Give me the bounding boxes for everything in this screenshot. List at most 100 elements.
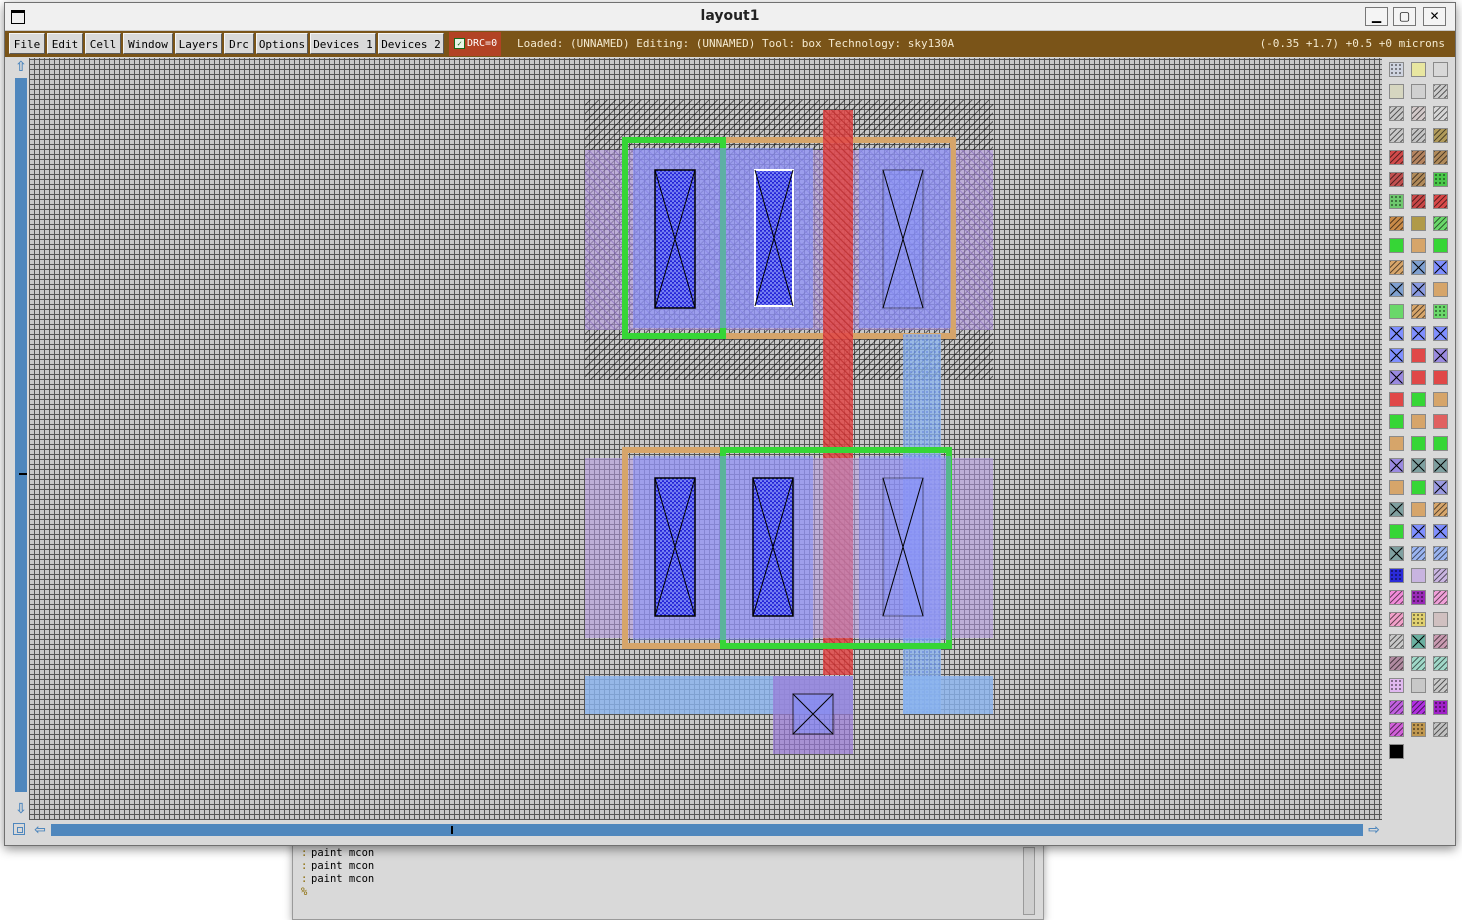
layer-swatch[interactable]: [1411, 128, 1426, 143]
layer-swatch[interactable]: [1433, 458, 1448, 473]
vertical-scroll-thumb[interactable]: [19, 473, 27, 475]
horizontal-scroll-track[interactable]: [51, 824, 1363, 836]
layer-swatch[interactable]: [1411, 304, 1426, 319]
menu-devices-2[interactable]: Devices 2: [378, 33, 444, 54]
layer-swatch[interactable]: [1389, 150, 1404, 165]
layer-swatch[interactable]: [1433, 348, 1448, 363]
layer-swatch[interactable]: [1411, 722, 1426, 737]
layer-swatch[interactable]: [1433, 700, 1448, 715]
layer-swatch[interactable]: [1411, 458, 1426, 473]
menu-devices-1[interactable]: Devices 1: [310, 33, 376, 54]
layer-swatch[interactable]: [1389, 700, 1404, 715]
layer-swatch[interactable]: [1389, 62, 1404, 77]
layer-swatch[interactable]: [1433, 216, 1448, 231]
layer-swatch[interactable]: [1433, 436, 1448, 451]
layer-swatch[interactable]: [1411, 700, 1426, 715]
layer-swatch[interactable]: [1411, 106, 1426, 121]
layer-swatch[interactable]: [1389, 304, 1404, 319]
layer-swatch[interactable]: [1433, 194, 1448, 209]
layer-swatch[interactable]: [1411, 392, 1426, 407]
layer-swatch[interactable]: [1433, 480, 1448, 495]
drc-status-toggle[interactable]: ✓ DRC=0: [449, 32, 501, 56]
layer-swatch[interactable]: [1411, 590, 1426, 605]
maximize-button[interactable]: ▢: [1393, 7, 1416, 26]
layer-swatch[interactable]: [1389, 326, 1404, 341]
layer-swatch[interactable]: [1389, 216, 1404, 231]
scroll-left-arrow-icon[interactable]: ⇦: [33, 823, 47, 837]
layer-swatch[interactable]: [1433, 392, 1448, 407]
layer-swatch[interactable]: [1389, 458, 1404, 473]
layer-swatch[interactable]: [1411, 172, 1426, 187]
layer-swatch[interactable]: [1389, 392, 1404, 407]
layer-swatch[interactable]: [1433, 304, 1448, 319]
close-button[interactable]: ✕: [1423, 7, 1446, 26]
layer-swatch[interactable]: [1411, 282, 1426, 297]
menu-layers[interactable]: Layers: [175, 33, 222, 54]
horizontal-scrollbar[interactable]: ⇦ ⇨: [13, 821, 1383, 839]
layer-swatch[interactable]: [1411, 524, 1426, 539]
menu-options[interactable]: Options: [256, 33, 308, 54]
layer-swatch[interactable]: [1433, 546, 1448, 561]
layer-swatch[interactable]: [1411, 546, 1426, 561]
layout-canvas[interactable]: [29, 58, 1382, 820]
layer-swatch[interactable]: [1411, 238, 1426, 253]
vertical-scrollbar[interactable]: ⇧ ⇩: [13, 58, 29, 820]
layer-swatch[interactable]: [1411, 678, 1426, 693]
menu-cell[interactable]: Cell: [85, 33, 121, 54]
layer-swatch[interactable]: [1389, 348, 1404, 363]
layer-swatch[interactable]: [1433, 62, 1448, 77]
layer-swatch[interactable]: [1411, 634, 1426, 649]
layer-swatch[interactable]: [1389, 128, 1404, 143]
layer-swatch[interactable]: [1389, 546, 1404, 561]
layer-swatch[interactable]: [1433, 282, 1448, 297]
layer-swatch[interactable]: [1411, 216, 1426, 231]
layer-swatch[interactable]: [1433, 502, 1448, 517]
layer-swatch[interactable]: [1411, 414, 1426, 429]
menu-drc[interactable]: Drc: [224, 33, 254, 54]
console-prompt[interactable]: %: [301, 886, 374, 899]
layer-swatch[interactable]: [1389, 612, 1404, 627]
zoom-box-icon[interactable]: [13, 823, 25, 835]
layer-swatch[interactable]: [1389, 436, 1404, 451]
layer-swatch[interactable]: [1433, 612, 1448, 627]
layer-swatch[interactable]: [1389, 634, 1404, 649]
layer-swatch[interactable]: [1433, 722, 1448, 737]
layer-swatch[interactable]: [1411, 348, 1426, 363]
layer-swatch[interactable]: [1411, 150, 1426, 165]
layer-swatch[interactable]: [1433, 590, 1448, 605]
layer-swatch[interactable]: [1433, 370, 1448, 385]
layer-swatch[interactable]: [1433, 634, 1448, 649]
minimize-button[interactable]: ▁: [1365, 7, 1388, 26]
layer-swatch[interactable]: [1433, 678, 1448, 693]
layer-swatch[interactable]: [1411, 260, 1426, 275]
layer-swatch[interactable]: [1433, 150, 1448, 165]
layer-swatch[interactable]: [1389, 260, 1404, 275]
layer-swatch[interactable]: [1411, 656, 1426, 671]
layer-swatch[interactable]: [1389, 502, 1404, 517]
layer-swatch[interactable]: [1411, 370, 1426, 385]
layer-swatch[interactable]: [1411, 436, 1426, 451]
scroll-down-arrow-icon[interactable]: ⇩: [14, 802, 28, 816]
layer-swatch[interactable]: [1411, 326, 1426, 341]
layout-drawing[interactable]: [29, 58, 1382, 820]
horizontal-scroll-thumb[interactable]: [451, 826, 453, 834]
layer-swatch[interactable]: [1433, 656, 1448, 671]
layer-swatch[interactable]: [1389, 282, 1404, 297]
layer-swatch[interactable]: [1389, 172, 1404, 187]
title-bar[interactable]: layout1 ▁ ▢ ✕: [5, 3, 1455, 31]
layer-swatch[interactable]: [1389, 414, 1404, 429]
layer-swatch[interactable]: [1433, 128, 1448, 143]
layer-swatch[interactable]: [1389, 678, 1404, 693]
layer-swatch[interactable]: [1433, 414, 1448, 429]
layer-swatch[interactable]: [1433, 238, 1448, 253]
layer-swatch[interactable]: [1389, 106, 1404, 121]
layer-swatch[interactable]: [1433, 260, 1448, 275]
layer-swatch[interactable]: [1389, 238, 1404, 253]
layer-swatch[interactable]: [1389, 480, 1404, 495]
layer-swatch[interactable]: [1411, 62, 1426, 77]
layer-swatch[interactable]: [1389, 524, 1404, 539]
layer-swatch[interactable]: [1411, 84, 1426, 99]
scroll-up-arrow-icon[interactable]: ⇧: [14, 60, 28, 74]
menu-window[interactable]: Window: [123, 33, 173, 54]
menu-edit[interactable]: Edit: [47, 33, 83, 54]
